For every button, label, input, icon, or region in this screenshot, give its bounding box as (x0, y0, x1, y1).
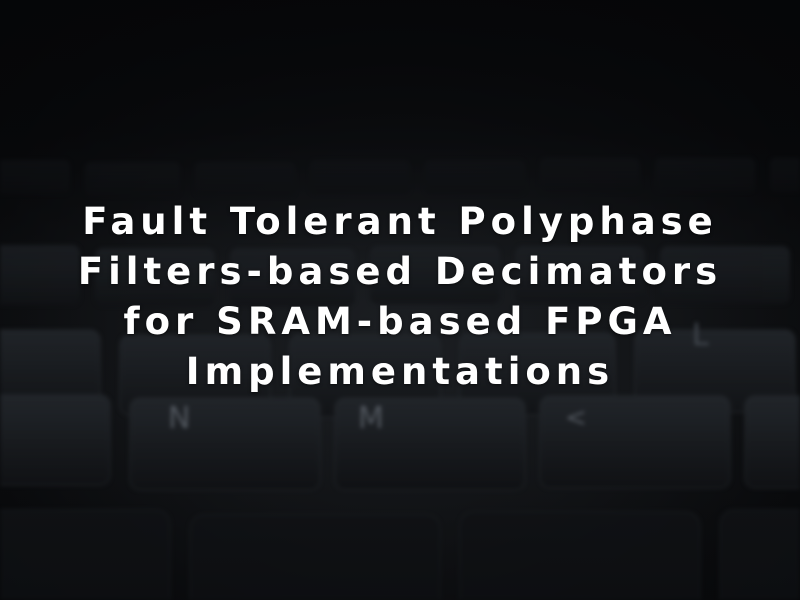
cover-image: L N M < Fault Tolerant Polyphase Filters… (0, 0, 800, 600)
cover-title: Fault Tolerant Polyphase Filters-based D… (20, 197, 780, 397)
far-key-row (0, 158, 800, 196)
bottom-key-row: N M < (0, 394, 800, 491)
title-line-1: Fault Tolerant Polyphase (82, 200, 718, 243)
svg-text:<: < (565, 403, 587, 433)
near-key-row (0, 509, 800, 600)
title-line-2: Filters-based Decimators (77, 250, 723, 293)
title-line-4: Implementations (185, 350, 615, 393)
svg-text:M: M (358, 401, 384, 436)
svg-text:N: N (168, 401, 190, 436)
title-line-3: for SRAM-based FPGA (123, 300, 677, 343)
